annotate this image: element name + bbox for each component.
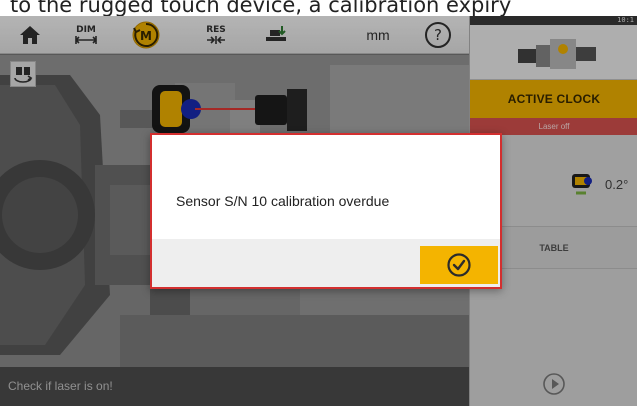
caption-text: to the rugged touch device, a calibratio… xyxy=(0,0,637,16)
device-screen: DIM M RES mm ? Check if laser is on! 10:… xyxy=(0,16,637,406)
confirm-button[interactable] xyxy=(420,246,498,284)
calibration-dialog: Sensor S/N 10 calibration overdue xyxy=(150,133,502,289)
checkmark-circle-icon xyxy=(447,253,471,277)
dialog-message: Sensor S/N 10 calibration overdue xyxy=(176,193,390,209)
